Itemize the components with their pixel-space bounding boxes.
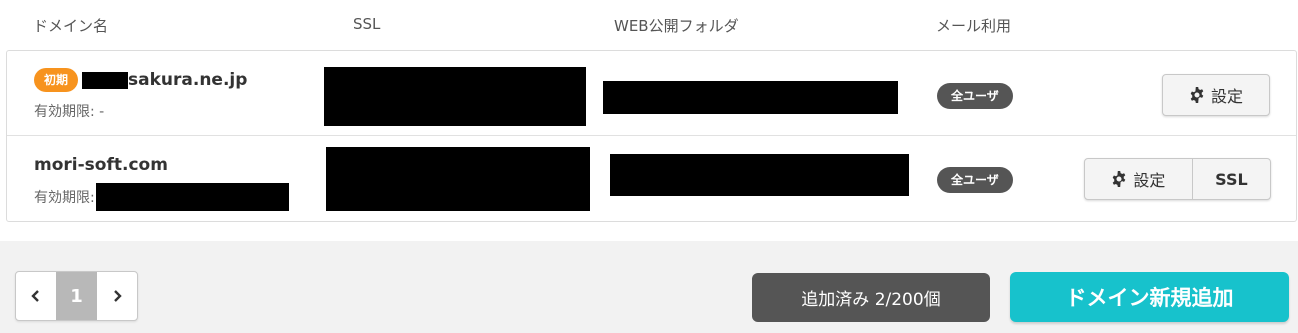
- redacted-domain-prefix: [82, 71, 129, 89]
- redacted-ssl-status: [324, 67, 586, 126]
- chevron-left-icon: [31, 290, 40, 302]
- expiry-label: 有効期限:: [34, 190, 95, 206]
- redacted-expiry-value: [95, 183, 289, 211]
- pagination: 1: [15, 271, 138, 321]
- redacted-ssl-status: [326, 147, 590, 211]
- next-page-button[interactable]: [97, 272, 137, 320]
- settings-button[interactable]: 設定: [1162, 74, 1270, 116]
- domain-count-badge: 追加済み 2/200個: [752, 273, 990, 322]
- gear-icon: [1113, 171, 1126, 187]
- mail-usage-badge: 全ユーザ: [937, 167, 1013, 193]
- redacted-web-folder: [603, 81, 898, 114]
- domain-list-panel: ドメイン名 SSL WEB公開フォルダ メール利用 初期 sakura.ne.j…: [0, 0, 1298, 241]
- initial-domain-badge: 初期: [34, 68, 79, 92]
- prev-page-button[interactable]: [16, 272, 56, 320]
- domain-table: 初期 sakura.ne.jp 有効期限: - 全ユーザ 設定 mori-sof…: [6, 50, 1297, 222]
- settings-button[interactable]: 設定: [1085, 159, 1192, 199]
- settings-button-label: 設定: [1210, 87, 1243, 106]
- domain-name: 初期 sakura.ne.jp: [34, 68, 247, 92]
- domain-name: mori-soft.com: [34, 155, 168, 175]
- settings-button-label: 設定: [1133, 171, 1166, 190]
- row-action-buttons: 設定 SSL: [1084, 158, 1271, 200]
- chevron-right-icon: [113, 290, 122, 302]
- column-header-mail: メール利用: [936, 17, 1012, 35]
- ssl-button[interactable]: SSL: [1191, 159, 1270, 199]
- redacted-web-folder: [610, 154, 909, 196]
- expiry-date: 有効期限: -: [34, 104, 105, 120]
- gear-icon: [1190, 87, 1204, 103]
- expiry-date: 有効期限:: [34, 183, 289, 211]
- add-domain-button[interactable]: ドメイン新規追加: [1010, 272, 1289, 322]
- column-header-domain: ドメイン名: [33, 17, 109, 35]
- mail-usage-badge: 全ユーザ: [937, 83, 1013, 109]
- column-header-ssl: SSL: [353, 15, 381, 33]
- column-header-web-folder: WEB公開フォルダ: [614, 17, 739, 35]
- page-button-current[interactable]: 1: [56, 272, 97, 320]
- domain-suffix: sakura.ne.jp: [128, 70, 248, 90]
- row-divider: [7, 135, 1296, 136]
